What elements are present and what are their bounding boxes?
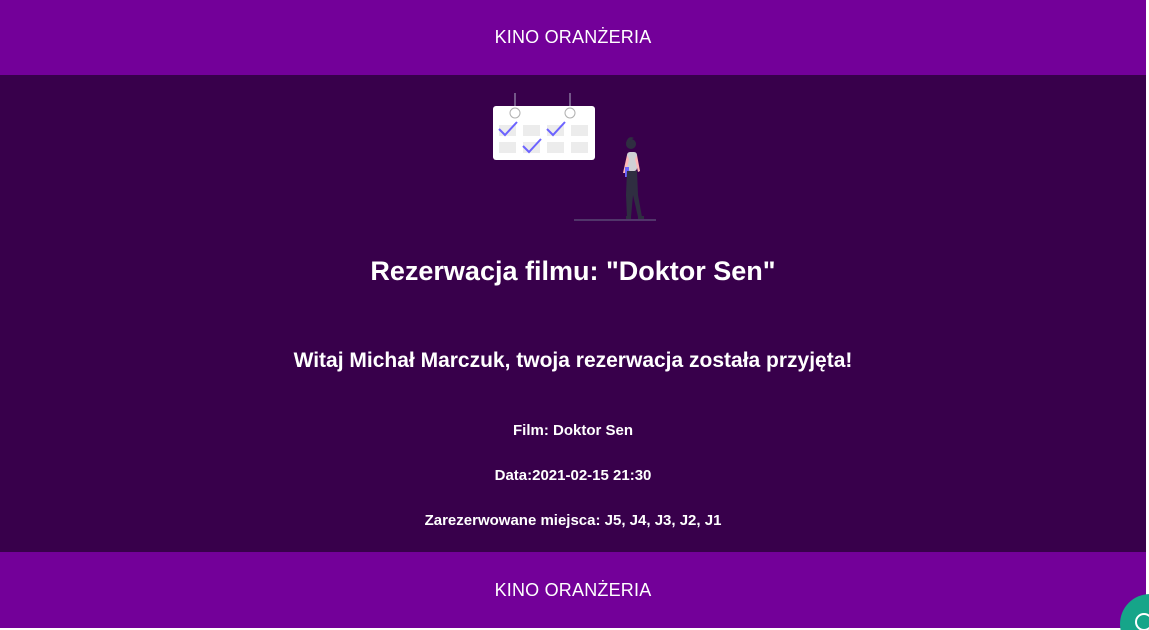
date-detail: Data:2021-02-15 21:30 bbox=[494, 467, 652, 484]
calendar-booking-illustration bbox=[493, 93, 656, 221]
page-title: Rezerwacja filmu: "Doktor Sen" bbox=[370, 256, 776, 286]
confirmation-message: Witaj Michał Marczuk, twoja rezerwacja z… bbox=[293, 349, 853, 372]
site-header: KINO ORANŻERIA bbox=[0, 0, 1146, 75]
reservation-confirmation: Rezerwacja filmu: "Doktor Sen" Witaj Mic… bbox=[0, 75, 1146, 552]
page: KINO ORANŻERIA Rezerwacja filmu: "Doktor… bbox=[0, 0, 1149, 630]
chat-icon bbox=[1135, 613, 1149, 630]
seats-detail: Zarezerwowane miejsca: J5, J4, J3, J2, J… bbox=[424, 512, 722, 529]
film-detail: Film: Doktor Sen bbox=[512, 422, 633, 439]
site-footer: KINO ORANŻERIA bbox=[0, 552, 1146, 628]
header-title: KINO ORANŻERIA bbox=[494, 27, 652, 47]
footer-title: KINO ORANŻERIA bbox=[494, 579, 652, 600]
